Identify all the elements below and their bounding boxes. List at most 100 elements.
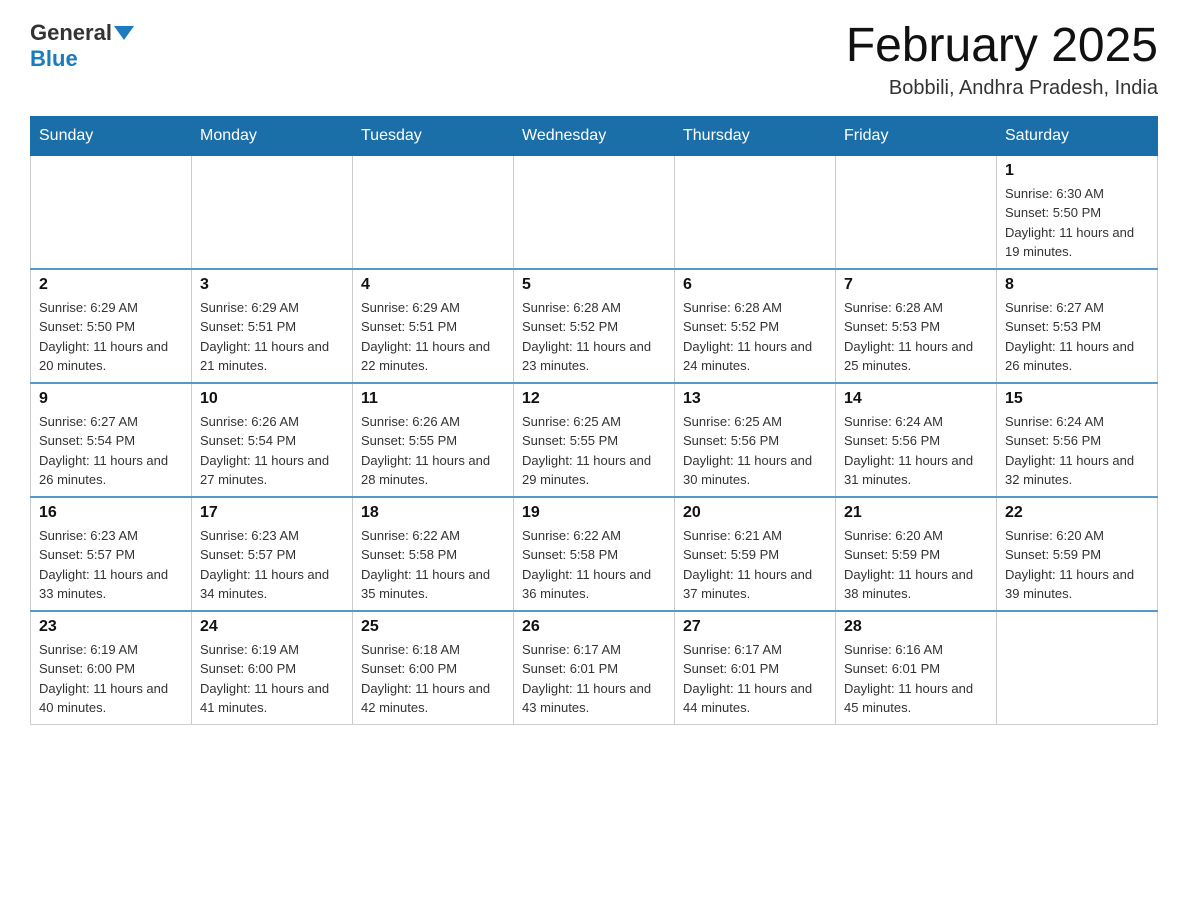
day-number: 23 — [39, 618, 183, 636]
calendar-cell: 28Sunrise: 6:16 AM Sunset: 6:01 PM Dayli… — [836, 611, 997, 725]
calendar-cell: 15 Sunrise: 6:24 AM Sunset: 5:56 PM Dayli… — [997, 383, 1158, 497]
calendar-cell: 6 Sunrise: 6:28 AM Sunset: 5:52 PM Daylig… — [675, 269, 836, 383]
calendar-cell: 20 Sunrise: 6:21 AM Sunset: 5:59 PM Dayli… — [675, 497, 836, 611]
calendar-cell: 3Sunrise: 6:29 AM Sunset: 5:51 PM Daylig… — [192, 269, 353, 383]
calendar-cell: 12 Sunrise: 6:25 AM Sunset: 5:55 PM Dayli… — [514, 383, 675, 497]
logo-general-text: General — [30, 20, 112, 46]
calendar-cell: 25 Sunrise: 6:18 AM Sunset: 6:00 PM Dayli… — [353, 611, 514, 725]
calendar-cell: 9 Sunrise: 6:27 AM Sunset: 5:54 PM Daylig… — [31, 383, 192, 497]
calendar-cell: 17 Sunrise: 6:23 AM Sunset: 5:57 PM Dayli… — [192, 497, 353, 611]
header-tuesday: Tuesday — [353, 116, 514, 155]
month-title: February 2025 — [846, 20, 1158, 73]
day-number: 1 — [1005, 162, 1149, 180]
calendar-cell: 8 Sunrise: 6:27 AM Sunset: 5:53 PM Daylig… — [997, 269, 1158, 383]
calendar-week-row: 2 Sunrise: 6:29 AM Sunset: 5:50 PM Daylig… — [31, 269, 1158, 383]
day-info: Sunrise: 6:23 AM Sunset: 5:57 PM Dayligh… — [200, 526, 344, 604]
day-number: 21 — [844, 504, 988, 522]
calendar-cell: 18Sunrise: 6:22 AM Sunset: 5:58 PM Dayli… — [353, 497, 514, 611]
day-info: Sunrise: 6:18 AM Sunset: 6:00 PM Dayligh… — [361, 640, 505, 718]
calendar-week-row: 23 Sunrise: 6:19 AM Sunset: 6:00 PM Dayli… — [31, 611, 1158, 725]
calendar-body: 1 Sunrise: 6:30 AM Sunset: 5:50 PM Daylig… — [31, 155, 1158, 724]
calendar-cell: 14 Sunrise: 6:24 AM Sunset: 5:56 PM Dayli… — [836, 383, 997, 497]
day-info: Sunrise: 6:25 AM Sunset: 5:55 PM Dayligh… — [522, 412, 666, 490]
calendar-cell — [192, 155, 353, 269]
day-number: 22 — [1005, 504, 1149, 522]
calendar-cell — [514, 155, 675, 269]
day-info: Sunrise: 6:25 AM Sunset: 5:56 PM Dayligh… — [683, 412, 827, 490]
calendar-cell — [353, 155, 514, 269]
header-saturday: Saturday — [997, 116, 1158, 155]
day-info: Sunrise: 6:19 AM Sunset: 6:00 PM Dayligh… — [39, 640, 183, 718]
header-friday: Friday — [836, 116, 997, 155]
day-info: Sunrise: 6:28 AM Sunset: 5:53 PM Dayligh… — [844, 298, 988, 376]
calendar-cell: 10 Sunrise: 6:26 AM Sunset: 5:54 PM Dayli… — [192, 383, 353, 497]
day-info: Sunrise: 6:30 AM Sunset: 5:50 PM Dayligh… — [1005, 184, 1149, 262]
day-number: 26 — [522, 618, 666, 636]
location-subtitle: Bobbili, Andhra Pradesh, India — [846, 77, 1158, 100]
calendar-cell: 7 Sunrise: 6:28 AM Sunset: 5:53 PM Daylig… — [836, 269, 997, 383]
calendar-cell — [675, 155, 836, 269]
day-info: Sunrise: 6:17 AM Sunset: 6:01 PM Dayligh… — [522, 640, 666, 718]
calendar-cell: 21 Sunrise: 6:20 AM Sunset: 5:59 PM Dayli… — [836, 497, 997, 611]
logo-blue-text: Blue — [30, 46, 134, 72]
day-info: Sunrise: 6:20 AM Sunset: 5:59 PM Dayligh… — [844, 526, 988, 604]
day-number: 9 — [39, 390, 183, 408]
day-number: 2 — [39, 276, 183, 294]
calendar-cell — [997, 611, 1158, 725]
calendar-cell: 2 Sunrise: 6:29 AM Sunset: 5:50 PM Daylig… — [31, 269, 192, 383]
day-number: 27 — [683, 618, 827, 636]
day-number: 16 — [39, 504, 183, 522]
calendar-cell: 19 Sunrise: 6:22 AM Sunset: 5:58 PM Dayli… — [514, 497, 675, 611]
day-number: 8 — [1005, 276, 1149, 294]
day-info: Sunrise: 6:21 AM Sunset: 5:59 PM Dayligh… — [683, 526, 827, 604]
calendar-cell: 26 Sunrise: 6:17 AM Sunset: 6:01 PM Dayli… — [514, 611, 675, 725]
day-number: 4 — [361, 276, 505, 294]
header-sunday: Sunday — [31, 116, 192, 155]
calendar-cell: 5Sunrise: 6:28 AM Sunset: 5:52 PM Daylig… — [514, 269, 675, 383]
day-number: 20 — [683, 504, 827, 522]
calendar-week-row: 1 Sunrise: 6:30 AM Sunset: 5:50 PM Daylig… — [31, 155, 1158, 269]
day-number: 15 — [1005, 390, 1149, 408]
day-number: 14 — [844, 390, 988, 408]
day-number: 24 — [200, 618, 344, 636]
day-info: Sunrise: 6:26 AM Sunset: 5:55 PM Dayligh… — [361, 412, 505, 490]
day-number: 7 — [844, 276, 988, 294]
day-number: 12 — [522, 390, 666, 408]
day-number: 6 — [683, 276, 827, 294]
day-info: Sunrise: 6:20 AM Sunset: 5:59 PM Dayligh… — [1005, 526, 1149, 604]
day-info: Sunrise: 6:27 AM Sunset: 5:53 PM Dayligh… — [1005, 298, 1149, 376]
day-number: 5 — [522, 276, 666, 294]
day-info: Sunrise: 6:29 AM Sunset: 5:51 PM Dayligh… — [361, 298, 505, 376]
title-section: February 2025 Bobbili, Andhra Pradesh, I… — [846, 20, 1158, 100]
day-number: 10 — [200, 390, 344, 408]
day-info: Sunrise: 6:19 AM Sunset: 6:00 PM Dayligh… — [200, 640, 344, 718]
day-info: Sunrise: 6:28 AM Sunset: 5:52 PM Dayligh… — [683, 298, 827, 376]
day-info: Sunrise: 6:29 AM Sunset: 5:50 PM Dayligh… — [39, 298, 183, 376]
day-info: Sunrise: 6:23 AM Sunset: 5:57 PM Dayligh… — [39, 526, 183, 604]
day-info: Sunrise: 6:27 AM Sunset: 5:54 PM Dayligh… — [39, 412, 183, 490]
header-monday: Monday — [192, 116, 353, 155]
calendar-cell — [836, 155, 997, 269]
day-info: Sunrise: 6:22 AM Sunset: 5:58 PM Dayligh… — [522, 526, 666, 604]
day-number: 13 — [683, 390, 827, 408]
calendar-cell: 4 Sunrise: 6:29 AM Sunset: 5:51 PM Daylig… — [353, 269, 514, 383]
calendar-cell: 22 Sunrise: 6:20 AM Sunset: 5:59 PM Dayli… — [997, 497, 1158, 611]
day-info: Sunrise: 6:17 AM Sunset: 6:01 PM Dayligh… — [683, 640, 827, 718]
day-info: Sunrise: 6:24 AM Sunset: 5:56 PM Dayligh… — [844, 412, 988, 490]
logo: General Blue — [30, 20, 134, 72]
day-number: 11 — [361, 390, 505, 408]
calendar-cell: 11 Sunrise: 6:26 AM Sunset: 5:55 PM Dayli… — [353, 383, 514, 497]
calendar-cell: 27 Sunrise: 6:17 AM Sunset: 6:01 PM Dayli… — [675, 611, 836, 725]
day-info: Sunrise: 6:16 AM Sunset: 6:01 PM Dayligh… — [844, 640, 988, 718]
days-of-week-row: Sunday Monday Tuesday Wednesday Thursday… — [31, 116, 1158, 155]
calendar-cell: 24 Sunrise: 6:19 AM Sunset: 6:00 PM Dayli… — [192, 611, 353, 725]
day-number: 19 — [522, 504, 666, 522]
day-number: 25 — [361, 618, 505, 636]
calendar-header: Sunday Monday Tuesday Wednesday Thursday… — [31, 116, 1158, 155]
day-number: 3 — [200, 276, 344, 294]
day-number: 17 — [200, 504, 344, 522]
day-info: Sunrise: 6:24 AM Sunset: 5:56 PM Dayligh… — [1005, 412, 1149, 490]
day-number: 18 — [361, 504, 505, 522]
day-info: Sunrise: 6:26 AM Sunset: 5:54 PM Dayligh… — [200, 412, 344, 490]
calendar-table: Sunday Monday Tuesday Wednesday Thursday… — [30, 116, 1158, 725]
